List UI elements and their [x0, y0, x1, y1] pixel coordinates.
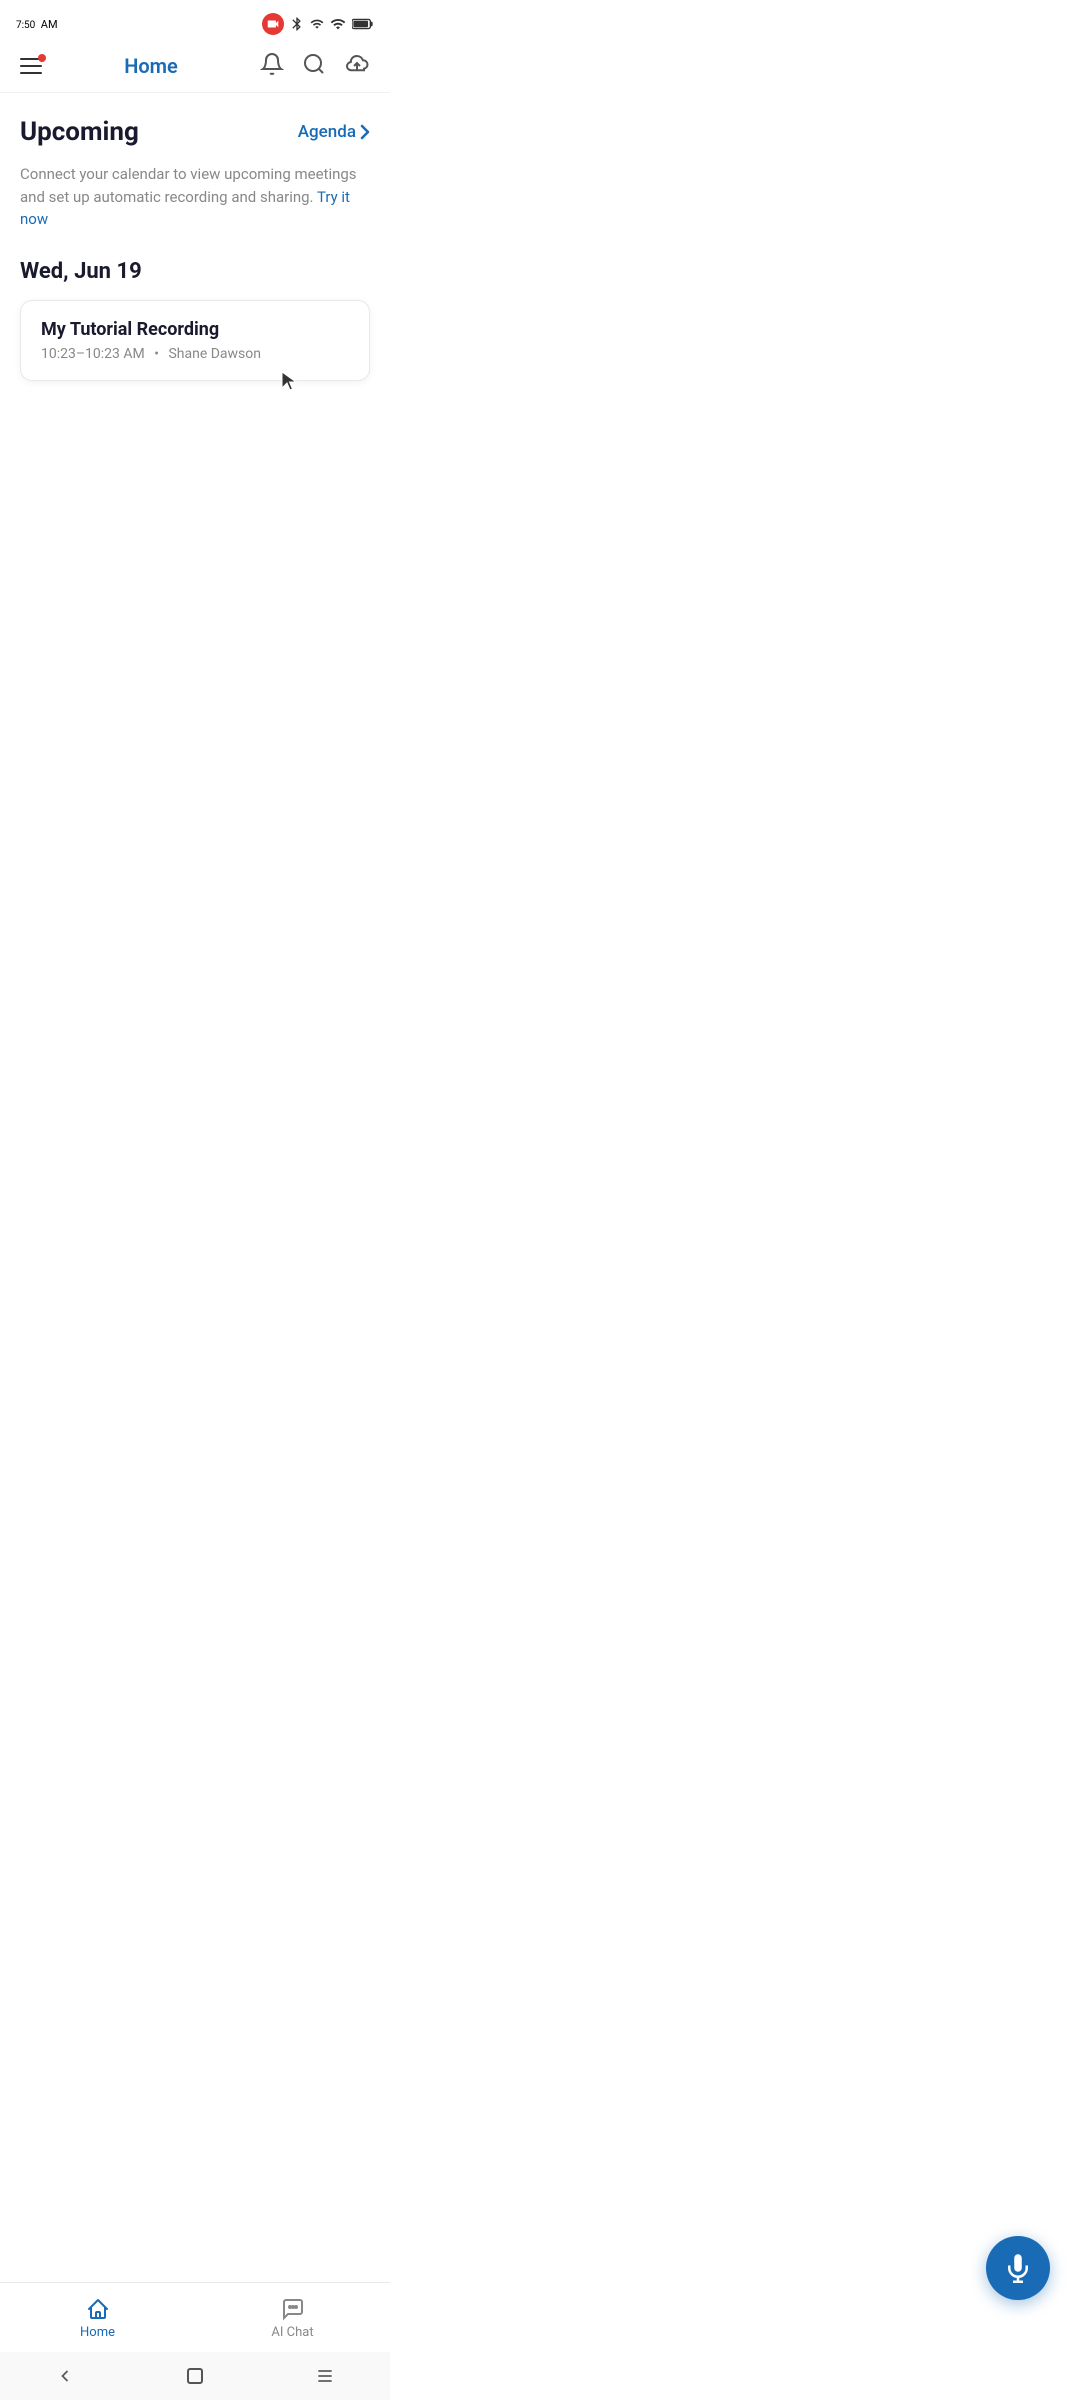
recording-time: 10:23–10:23 AM	[41, 346, 145, 362]
notification-button[interactable]	[260, 52, 284, 80]
date-heading: Wed, Jun 19	[20, 259, 370, 284]
record-fab-button[interactable]	[986, 2236, 1050, 2300]
status-time: 7:50 AM	[16, 16, 58, 32]
agenda-label: Agenda	[298, 122, 356, 142]
main-content: Upcoming Agenda Connect your calendar to…	[0, 93, 390, 405]
search-button[interactable]	[302, 52, 326, 80]
ai-chat-nav-label: AI Chat	[271, 2325, 313, 2340]
recording-separator: •	[154, 346, 159, 362]
microphone-icon	[1003, 2253, 1033, 2283]
upload-cloud-icon	[344, 52, 370, 76]
top-navigation: Home	[0, 44, 390, 93]
recording-host: Shane Dawson	[168, 346, 261, 362]
ai-chat-icon	[281, 2297, 305, 2321]
chevron-right-icon	[360, 124, 370, 140]
upcoming-description: Connect your calendar to view upcoming m…	[20, 163, 370, 231]
search-icon	[302, 52, 326, 76]
menu-button[interactable]	[20, 58, 42, 74]
recording-indicator	[262, 13, 284, 35]
recording-title: My Tutorial Recording	[41, 319, 349, 340]
nav-home-item[interactable]: Home	[0, 2293, 195, 2344]
upload-button[interactable]	[344, 52, 370, 80]
home-square-button[interactable]	[186, 2367, 204, 2385]
back-arrow-icon	[55, 2366, 75, 2386]
signal-icon	[310, 16, 324, 32]
status-icons	[262, 13, 374, 35]
status-bar: 7:50 AM	[0, 0, 390, 44]
page-title: Home	[42, 54, 260, 78]
upcoming-title: Upcoming	[20, 117, 139, 147]
time-ampm: AM	[41, 18, 58, 31]
home-icon	[86, 2297, 110, 2321]
agenda-link[interactable]: Agenda	[298, 122, 370, 142]
menu-badge	[38, 54, 46, 62]
wifi-icon	[329, 16, 347, 32]
bottom-navigation: Home AI Chat	[0, 2282, 390, 2352]
bluetooth-icon	[289, 16, 305, 32]
fab-container	[986, 2236, 1050, 2300]
home-nav-label: Home	[80, 2325, 115, 2340]
nav-actions	[260, 52, 370, 80]
bell-icon	[260, 52, 284, 76]
recording-meta: 10:23–10:23 AM • Shane Dawson	[41, 346, 349, 362]
back-button[interactable]	[55, 2366, 75, 2386]
upcoming-header: Upcoming Agenda	[20, 117, 370, 147]
recording-card[interactable]: My Tutorial Recording 10:23–10:23 AM • S…	[20, 300, 370, 381]
recents-button[interactable]	[315, 2366, 335, 2386]
battery-icon	[352, 17, 374, 31]
recents-icon	[315, 2366, 335, 2386]
system-navigation	[0, 2352, 390, 2400]
nav-ai-chat-item[interactable]: AI Chat	[195, 2293, 390, 2344]
time-text: 7:50	[16, 20, 35, 31]
camera-icon	[266, 17, 280, 31]
home-square-icon	[186, 2367, 204, 2385]
